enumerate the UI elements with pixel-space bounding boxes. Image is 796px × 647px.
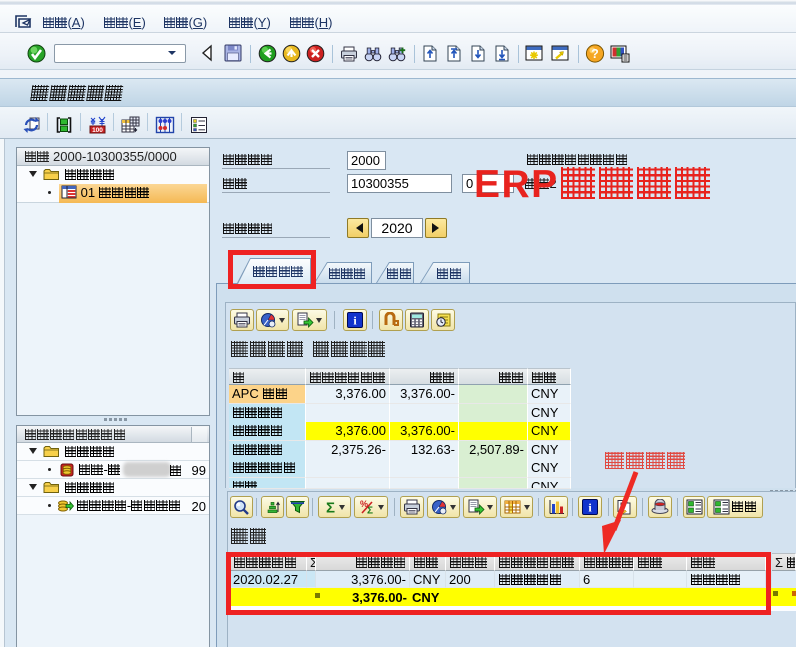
- svg-text:?: ?: [591, 47, 599, 61]
- svg-text:100: 100: [92, 127, 103, 134]
- svg-text:Σ: Σ: [326, 500, 335, 516]
